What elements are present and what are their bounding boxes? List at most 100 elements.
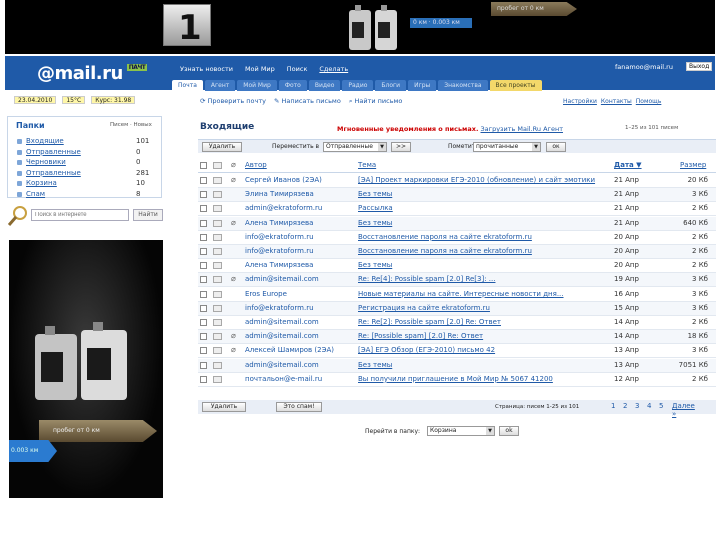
col-size[interactable]: Размер bbox=[680, 161, 706, 169]
tab-mail[interactable]: Почта bbox=[172, 80, 203, 91]
message-author[interactable]: Алексей Шамиров (2ЭА) bbox=[245, 346, 355, 354]
message-subject[interactable]: Без темы bbox=[358, 361, 608, 369]
mailru-logo[interactable]: @mail.ru ПАЧТ bbox=[37, 63, 148, 84]
page-2[interactable]: 2 bbox=[623, 402, 627, 410]
move-go-button[interactable]: >> bbox=[391, 142, 411, 152]
table-row[interactable]: ⌀ Алена Тимирязева Без темы 21 Апр 640 Кб bbox=[198, 216, 716, 231]
tab-photo[interactable]: Фото bbox=[278, 80, 307, 91]
message-subject[interactable]: Восстановление пароля на сайте ekratofor… bbox=[358, 233, 608, 241]
spam-button[interactable]: Это спам! bbox=[276, 402, 322, 412]
table-row[interactable]: info@ekratoform.ru Восстановление пароля … bbox=[198, 231, 716, 245]
table-row[interactable]: admin@sitemail.com Re: Re[2]: Possible sp… bbox=[198, 316, 716, 330]
message-author[interactable]: admin@sitemail.com bbox=[245, 332, 355, 340]
weather-box[interactable]: 15°C bbox=[62, 96, 86, 104]
folder-link[interactable]: Входящие bbox=[26, 137, 64, 145]
row-checkbox[interactable] bbox=[200, 191, 207, 199]
message-author[interactable]: Сергей Иванов (2ЭА) bbox=[245, 176, 355, 184]
table-row[interactable]: Eros Europe Новые материалы на сайте. Инт… bbox=[198, 288, 716, 302]
folder-link[interactable]: Спам bbox=[26, 190, 45, 198]
goto-button[interactable]: ok bbox=[499, 426, 519, 436]
tab-games[interactable]: Игры bbox=[408, 80, 437, 91]
message-author[interactable]: admin@sitemail.com bbox=[245, 275, 355, 283]
table-row[interactable]: info@ekratoform.ru Восстановление пароля … bbox=[198, 245, 716, 259]
find-mail-link[interactable]: ⌕ Найти письмо bbox=[349, 97, 403, 106]
message-subject[interactable]: Вы получили приглашение в Мой Мир № 5067… bbox=[358, 375, 608, 383]
table-row[interactable]: ⌀ Алексей Шамиров (2ЭА) [ЭА] ЕГЭ Обзор (ЕГ… bbox=[198, 344, 716, 359]
message-subject[interactable]: Рассылка bbox=[358, 204, 608, 212]
message-author[interactable]: info@ekratoform.ru bbox=[245, 233, 355, 241]
message-author[interactable]: Eros Europe bbox=[245, 290, 355, 298]
message-subject[interactable]: [ЭА] ЕГЭ Обзор (ЕГЭ-2010) письмо 42 bbox=[358, 346, 608, 354]
select-all-checkbox[interactable] bbox=[200, 162, 207, 169]
table-row[interactable]: Алена Тимирязева Без темы 20 Апр 2 Кб bbox=[198, 259, 716, 274]
mark-select[interactable]: прочитанные ▼ bbox=[473, 142, 541, 152]
row-checkbox[interactable] bbox=[200, 205, 207, 213]
message-author[interactable]: admin@ekratoform.ru bbox=[245, 204, 355, 212]
nav-myworld[interactable]: Мой Мир bbox=[245, 65, 275, 73]
help-link[interactable]: Помощь bbox=[636, 98, 662, 105]
nav-news[interactable]: Узнать новости bbox=[180, 65, 233, 73]
download-agent-link[interactable]: Загрузить Mail.Ru Агент bbox=[481, 125, 563, 133]
row-checkbox[interactable] bbox=[200, 375, 207, 383]
row-checkbox[interactable] bbox=[200, 262, 207, 270]
row-checkbox[interactable] bbox=[200, 177, 207, 184]
message-subject[interactable]: Восстановление пароля на сайте ekratofor… bbox=[358, 247, 608, 255]
top-ad-banner[interactable]: 1 0 км · 0.003 км пробег от 0 км bbox=[5, 0, 715, 54]
message-author[interactable]: Алена Тимирязева bbox=[245, 261, 355, 269]
settings-link[interactable]: Настройки bbox=[563, 98, 597, 105]
message-subject[interactable]: Без темы bbox=[358, 190, 608, 198]
table-row[interactable]: admin@ekratoform.ru Рассылка 21 Апр 2 Кб bbox=[198, 202, 716, 217]
col-date[interactable]: Дата ▼ bbox=[614, 161, 642, 169]
table-row[interactable]: ⌀ admin@sitemail.com Re: Re[4]: Possible s… bbox=[198, 273, 716, 288]
nav-search[interactable]: Поиск bbox=[287, 65, 308, 73]
row-checkbox[interactable] bbox=[200, 304, 207, 312]
account-email[interactable]: fanamoo@mail.ru bbox=[615, 63, 673, 71]
folder-link[interactable]: Корзина bbox=[26, 179, 57, 187]
tab-myworld[interactable]: Мой Мир bbox=[237, 80, 277, 91]
tab-dating[interactable]: Знакомства bbox=[438, 80, 488, 91]
message-author[interactable]: почтальон@e-mail.ru bbox=[245, 375, 355, 383]
row-checkbox[interactable] bbox=[200, 361, 207, 369]
tab-blogs[interactable]: Блоги bbox=[375, 80, 407, 91]
folder-link[interactable]: Черновики bbox=[26, 158, 66, 166]
page-1[interactable]: 1 bbox=[611, 402, 615, 410]
tab-radio[interactable]: Радио bbox=[342, 80, 374, 91]
message-subject[interactable]: [ЭА] Проект маркировки ЕГЭ-2010 (обновле… bbox=[358, 176, 608, 184]
message-subject[interactable]: Re: Re[4]: Possible spam [2.0] Re[3]: ..… bbox=[358, 275, 608, 283]
message-author[interactable]: Алена Тимирязева bbox=[245, 219, 355, 227]
web-search-button[interactable]: Найти bbox=[133, 209, 163, 221]
page-3[interactable]: 3 bbox=[635, 402, 639, 410]
row-checkbox[interactable] bbox=[200, 290, 207, 298]
bottom-delete-button[interactable]: Удалить bbox=[202, 402, 246, 412]
next-page-link[interactable]: Далее » bbox=[672, 402, 695, 418]
table-row[interactable]: info@ekratoform.ru Регистрация на сайте e… bbox=[198, 301, 716, 316]
tab-video[interactable]: Видео bbox=[308, 80, 341, 91]
currency-box[interactable]: Курс: 31.98 bbox=[91, 96, 136, 104]
move-to-select[interactable]: Отправленные ▼ bbox=[323, 142, 387, 152]
table-row[interactable]: почтальон@e-mail.ru Вы получили приглашен… bbox=[198, 373, 716, 387]
delete-button[interactable]: Удалить bbox=[202, 142, 242, 152]
mark-ok-button[interactable]: ок bbox=[546, 142, 566, 152]
compose-link[interactable]: ✎ Написать письмо bbox=[274, 97, 341, 106]
message-subject[interactable]: Регистрация на сайте ekratoform.ru bbox=[358, 304, 608, 312]
row-checkbox[interactable] bbox=[200, 233, 207, 241]
col-author[interactable]: Автор bbox=[245, 161, 267, 169]
tab-agent[interactable]: Агент bbox=[204, 80, 236, 91]
message-subject[interactable]: Без темы bbox=[358, 261, 608, 269]
exit-button[interactable]: Выход bbox=[686, 62, 713, 71]
row-checkbox[interactable] bbox=[200, 219, 207, 227]
message-author[interactable]: info@ekratoform.ru bbox=[245, 247, 355, 255]
message-author[interactable]: admin@sitemail.com bbox=[245, 361, 355, 369]
col-subject[interactable]: Тема bbox=[358, 161, 376, 169]
table-row[interactable]: ⌀ Сергей Иванов (2ЭА) [ЭА] Проект маркиров… bbox=[198, 174, 716, 188]
web-search-input[interactable] bbox=[31, 209, 129, 221]
side-ad-banner[interactable]: пробег от 0 км 0.003 км bbox=[9, 240, 163, 498]
page-4[interactable]: 4 bbox=[647, 402, 651, 410]
table-row[interactable]: Элина Тимирязева Без темы 21 Апр 3 Кб bbox=[198, 188, 716, 203]
row-checkbox[interactable] bbox=[200, 319, 207, 326]
message-author[interactable]: admin@sitemail.com bbox=[245, 318, 355, 326]
row-checkbox[interactable] bbox=[200, 347, 207, 355]
message-subject[interactable]: Re: Re[2]: Possible spam [2.0] Re: Ответ bbox=[358, 318, 608, 326]
nav-make[interactable]: Сделать bbox=[319, 65, 348, 73]
table-row[interactable]: admin@sitemail.com Без темы 13 Апр 7051 Кб bbox=[198, 358, 716, 373]
